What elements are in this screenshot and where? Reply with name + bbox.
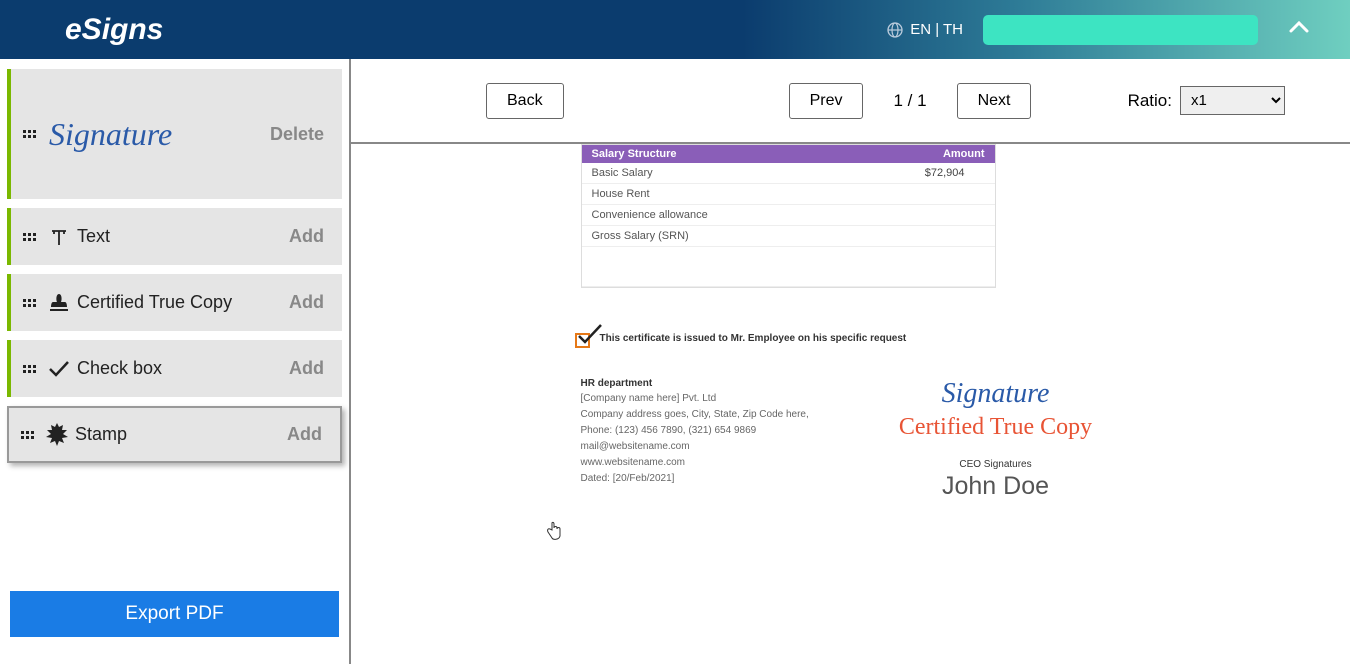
drag-handle-icon[interactable] [23,365,37,373]
back-button[interactable]: Back [486,83,564,119]
toolbar: Back Prev 1 / 1 Next Ratio: x1 [351,59,1350,144]
table-cell: Basic Salary [592,167,653,179]
hr-title: HR department [581,378,841,389]
language-label: EN | TH [910,21,963,38]
main-area: Signature Delete Text Add Certified True… [0,59,1350,664]
table-cell: House Rent [592,188,650,200]
signature-block: Signature Certified True Copy CEO Signat… [871,378,1121,501]
sidebar-item-label: Signature [49,116,270,153]
content-area: Back Prev 1 / 1 Next Ratio: x1 Salary St… [351,59,1350,664]
export-pdf-button[interactable]: Export PDF [10,591,339,637]
sidebar: Signature Delete Text Add Certified True… [0,59,351,664]
app-logo: eSigns [65,13,163,47]
certificate-line: This certificate is issued to Mr. Employ… [573,328,1121,348]
hr-department-block: HR department [Company name here] Pvt. L… [581,378,841,501]
text-icon [45,223,73,251]
add-button[interactable]: Add [287,424,322,445]
header-right: EN | TH [887,15,1320,45]
table-row: Convenience allowance [582,205,995,226]
chevron-up-icon[interactable] [1278,20,1320,39]
page-nav: Prev 1 / 1 Next [789,83,1032,119]
sidebar-item-label: Text [77,226,289,247]
page-indicator: 1 / 1 [893,91,926,111]
table-row: Basic Salary $72,904 [582,163,995,184]
check-icon [45,355,73,383]
ratio-control: Ratio: x1 [1128,86,1285,115]
sidebar-item-text[interactable]: Text Add [7,208,342,265]
globe-icon [887,22,903,38]
hr-phone: Phone: (123) 456 7890, (321) 654 9869 [581,425,841,436]
drag-handle-icon[interactable] [23,233,37,241]
checkbox-checked-icon [573,328,595,348]
sidebar-item-label: Stamp [75,424,287,445]
table-header-left: Salary Structure [592,148,677,160]
search-input[interactable] [983,15,1258,45]
document-viewport[interactable]: Salary Structure Amount Basic Salary $72… [351,144,1350,662]
drag-handle-icon[interactable] [23,299,37,307]
app-header: eSigns EN | TH [0,0,1350,59]
drag-handle-icon[interactable] [23,130,37,138]
sidebar-item-label: Check box [77,358,289,379]
sidebar-item-checkbox[interactable]: Check box Add [7,340,342,397]
add-button[interactable]: Add [289,358,324,379]
drag-handle-icon[interactable] [21,431,35,439]
hr-email: mail@websitename.com [581,441,841,452]
add-button[interactable]: Add [289,226,324,247]
table-cell-amount: $72,904 [925,167,965,179]
table-row: Gross Salary (SRN) [582,226,995,247]
hr-dated: Dated: [20/Feb/2021] [581,473,841,484]
add-button[interactable]: Add [289,292,324,313]
table-cell: Gross Salary (SRN) [592,230,689,242]
signature-placeholder[interactable]: Signature [871,378,1121,410]
starburst-icon [43,421,71,449]
sidebar-item-stamp[interactable]: Stamp Add [7,406,342,463]
ratio-label: Ratio: [1128,91,1172,111]
hr-address: Company address goes, City, State, Zip C… [581,409,841,420]
table-cell: Convenience allowance [592,209,708,221]
document-footer: HR department [Company name here] Pvt. L… [581,378,1121,501]
hr-website: www.websitename.com [581,457,841,468]
sidebar-item-signature[interactable]: Signature Delete [7,69,342,199]
table-row: House Rent [582,184,995,205]
hr-company: [Company name here] Pvt. Ltd [581,393,841,404]
table-header: Salary Structure Amount [582,145,995,163]
table-row [582,247,995,287]
prev-button[interactable]: Prev [789,83,864,119]
certified-stamp[interactable]: Certified True Copy [871,414,1121,441]
language-switch[interactable]: EN | TH [887,21,963,38]
sidebar-item-certified[interactable]: Certified True Copy Add [7,274,342,331]
signature-title: CEO Signatures [871,459,1121,470]
stamp-icon [45,289,73,317]
sidebar-item-label: Certified True Copy [77,292,289,313]
table-header-right: Amount [943,148,985,160]
next-button[interactable]: Next [957,83,1032,119]
ratio-select[interactable]: x1 [1180,86,1285,115]
document-page: Salary Structure Amount Basic Salary $72… [581,144,1121,501]
signature-name: John Doe [871,472,1121,501]
certificate-text: This certificate is issued to Mr. Employ… [600,333,907,344]
salary-table: Salary Structure Amount Basic Salary $72… [581,144,996,288]
delete-button[interactable]: Delete [270,124,324,145]
